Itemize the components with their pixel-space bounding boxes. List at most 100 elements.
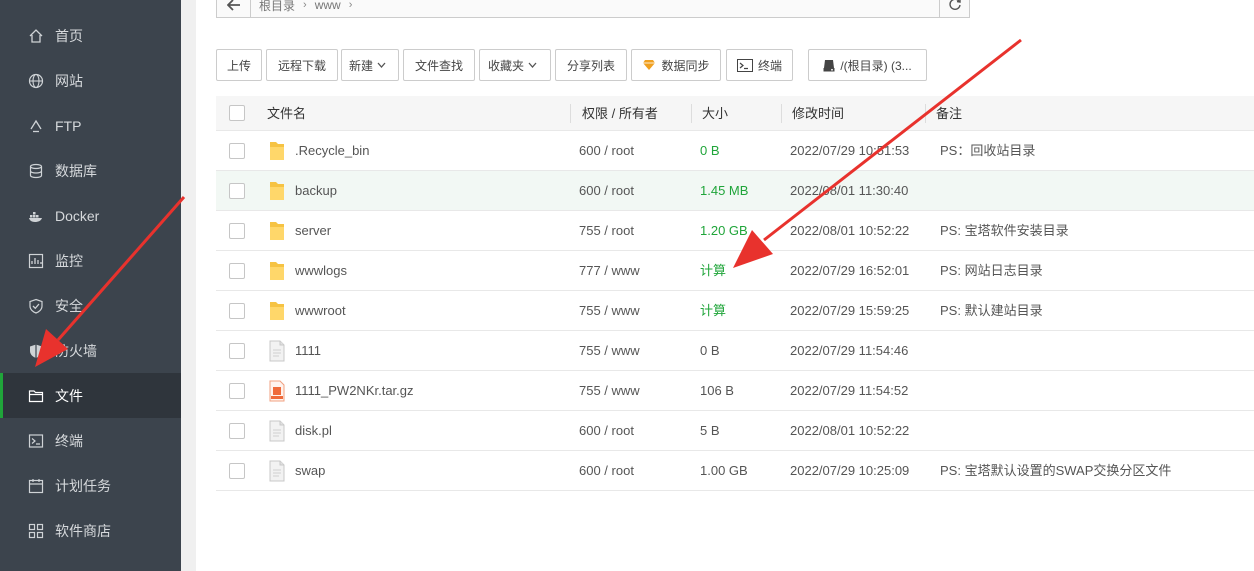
shield-icon <box>28 298 44 314</box>
file-name[interactable]: backup <box>295 171 337 211</box>
path-bar[interactable]: 根目录 › www › <box>216 0 970 18</box>
row-checkbox[interactable] <box>229 303 245 319</box>
sidebar-item-docker[interactable]: Docker <box>0 193 181 238</box>
terminal-icon <box>28 433 44 449</box>
table-row[interactable]: .Recycle_bin 600 / root 0 B 2022/07/29 10:5… <box>216 131 1254 171</box>
file-name[interactable]: disk.pl <box>295 411 332 451</box>
row-checkbox[interactable] <box>229 223 245 239</box>
row-checkbox[interactable] <box>229 183 245 199</box>
sidebar-item-firewall[interactable]: 防火墙 <box>0 328 181 373</box>
header-note: 备注 <box>936 106 963 121</box>
home-icon <box>28 28 44 44</box>
file-name[interactable]: 1111 <box>295 331 321 371</box>
file-name[interactable]: wwwlogs <box>295 251 347 291</box>
chevron-right-icon: › <box>303 0 307 11</box>
file-name[interactable]: swap <box>295 451 325 491</box>
breadcrumb-www[interactable]: www <box>315 0 341 12</box>
file-perm[interactable]: 755 / www <box>579 291 640 331</box>
sidebar-item-home[interactable]: 首页 <box>0 13 181 58</box>
header-mtime[interactable]: 修改时间 <box>792 96 844 131</box>
docker-icon <box>28 208 44 224</box>
back-button[interactable] <box>217 0 251 17</box>
file-perm[interactable]: 600 / root <box>579 451 634 491</box>
arrow-left-icon <box>226 0 240 11</box>
file-size: 1.00 GB <box>700 463 748 478</box>
terminal-icon <box>736 58 753 72</box>
file-name[interactable]: .Recycle_bin <box>295 131 369 171</box>
file-search-button[interactable]: 文件查找 <box>403 49 475 81</box>
table-row[interactable]: 1111_PW2NKr.tar.gz 755 / www 106 B 2022/07/… <box>216 371 1254 411</box>
file-name[interactable]: server <box>295 211 331 251</box>
file-icon <box>268 340 286 362</box>
table-row[interactable]: backup 600 / root 1.45 MB 2022/08/01 11:30:… <box>216 171 1254 211</box>
upload-button[interactable]: 上传 <box>216 49 262 81</box>
sidebar-item-folder[interactable]: 文件 <box>0 373 181 418</box>
row-checkbox[interactable] <box>229 263 245 279</box>
sidebar-item-calendar[interactable]: 计划任务 <box>0 463 181 508</box>
header-size[interactable]: 大小 <box>702 96 728 131</box>
chevron-down-icon <box>377 62 386 68</box>
sidebar-item-globe[interactable]: 网站 <box>0 58 181 103</box>
select-all-checkbox[interactable] <box>229 105 245 121</box>
file-perm[interactable]: 600 / root <box>579 171 634 211</box>
sidebar-item-grid[interactable]: 软件商店 <box>0 508 181 553</box>
file-note[interactable]: PS: 网站日志目录 <box>940 251 1043 291</box>
header-name[interactable]: 文件名 <box>267 96 306 131</box>
remote-download-button[interactable]: 远程下载 <box>266 49 338 81</box>
file-size[interactable]: 计算 <box>700 291 726 331</box>
sidebar-item-label: FTP <box>55 117 82 134</box>
row-checkbox[interactable] <box>229 383 245 399</box>
file-perm[interactable]: 600 / root <box>579 411 634 451</box>
table-row[interactable]: wwwroot 755 / www 计算 2022/07/29 15:59:25 PS:… <box>216 291 1254 331</box>
sidebar-item-label: 软件商店 <box>55 522 111 539</box>
header-perm[interactable]: 权限 / 所有者 <box>582 96 658 131</box>
favorites-dropdown-button[interactable]: 收藏夹 <box>479 49 551 81</box>
file-perm[interactable]: 755 / www <box>579 331 640 371</box>
file-name[interactable]: wwwroot <box>295 291 346 331</box>
share-list-label: 分享列表 <box>566 58 615 73</box>
file-note[interactable]: PS: 宝塔默认设置的SWAP交换分区文件 <box>940 451 1171 491</box>
new-dropdown-button[interactable]: 新建 <box>341 49 399 81</box>
row-checkbox[interactable] <box>229 423 245 439</box>
sidebar-item-shield[interactable]: 安全 <box>0 283 181 328</box>
table-row[interactable]: disk.pl 600 / root 5 B 2022/08/01 10:52:22 <box>216 411 1254 451</box>
data-sync-label: 数据同步 <box>661 58 710 73</box>
table-row[interactable]: wwwlogs 777 / www 计算 2022/07/29 16:52:01 PS:… <box>216 251 1254 291</box>
row-checkbox[interactable] <box>229 463 245 479</box>
sidebar-item-monitor[interactable]: 监控 <box>0 238 181 283</box>
file-perm[interactable]: 755 / www <box>579 371 640 411</box>
sidebar-item-label: 数据库 <box>55 162 97 179</box>
file-size: 5 B <box>700 423 720 438</box>
file-note[interactable]: PS: 默认建站目录 <box>940 291 1043 331</box>
sidebar-item-label: 监控 <box>55 252 83 269</box>
terminal-button[interactable]: 终端 <box>726 49 793 81</box>
disk-icon <box>823 59 835 71</box>
row-checkbox[interactable] <box>229 143 245 159</box>
disk-selector-button[interactable]: /(根目录) (3... <box>808 49 927 81</box>
file-size: 1.45 MB <box>700 183 749 198</box>
file-search-label: 文件查找 <box>414 58 463 73</box>
file-note[interactable]: PS: 宝塔软件安装目录 <box>940 211 1069 251</box>
file-size[interactable]: 计算 <box>700 251 726 291</box>
grid-icon <box>28 523 44 539</box>
file-perm[interactable]: 755 / root <box>579 211 634 251</box>
file-manager-panel: 根目录 › www › 上传 远程下载 新建 文件查找 收藏夹 分享列表 数据同… <box>196 0 1254 571</box>
data-sync-button[interactable]: 数据同步 <box>631 49 721 81</box>
table-row[interactable]: swap 600 / root 1.00 GB 2022/07/29 10:25:09… <box>216 451 1254 491</box>
sidebar-item-terminal[interactable]: 终端 <box>0 418 181 463</box>
refresh-button[interactable] <box>939 0 969 17</box>
file-mtime: 2022/07/29 11:54:46 <box>790 343 909 358</box>
row-checkbox[interactable] <box>229 343 245 359</box>
table-row[interactable]: server 755 / root 1.20 GB 2022/08/01 10:52:… <box>216 211 1254 251</box>
file-perm[interactable]: 777 / www <box>579 251 640 291</box>
file-note[interactable]: PS：回收站目录 <box>940 131 1035 171</box>
sidebar-item-database[interactable]: 数据库 <box>0 148 181 193</box>
file-perm[interactable]: 600 / root <box>579 131 634 171</box>
file-mtime: 2022/07/29 10:25:09 <box>790 463 910 478</box>
table-row[interactable]: 1111 755 / www 0 B 2022/07/29 11:54:46 <box>216 331 1254 371</box>
share-list-button[interactable]: 分享列表 <box>555 49 627 81</box>
file-name[interactable]: 1111_PW2NKr.tar.gz <box>295 371 414 411</box>
breadcrumb-root[interactable]: 根目录 <box>259 0 295 14</box>
column-divider <box>691 104 692 123</box>
sidebar-item-ftp[interactable]: FTP <box>0 103 181 148</box>
